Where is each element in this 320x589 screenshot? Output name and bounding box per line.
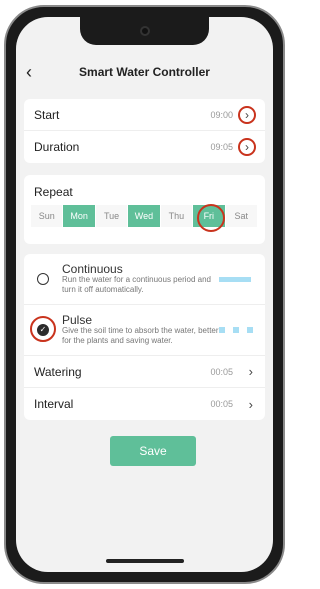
day-selector: Sun Mon Tue Wed Thu Fri Sat xyxy=(24,204,265,232)
pulse-description: Give the soil time to absorb the water, … xyxy=(62,326,219,345)
app-screen: ‹ Smart Water Controller Start 09:00 › D… xyxy=(16,17,273,572)
duration-value: 09:05 xyxy=(210,142,233,152)
day-tue[interactable]: Tue xyxy=(95,205,129,227)
day-sun[interactable]: Sun xyxy=(31,205,64,227)
save-button[interactable]: Save xyxy=(110,436,196,466)
watering-chevron-icon[interactable]: › xyxy=(249,364,253,379)
phone-frame: ‹ Smart Water Controller Start 09:00 › D… xyxy=(4,5,285,584)
mode-card: Continuous Run the water for a continuou… xyxy=(24,254,265,420)
start-chevron-icon[interactable]: › xyxy=(238,105,256,124)
pulse-title: Pulse xyxy=(62,313,93,327)
home-indicator xyxy=(106,559,184,563)
start-label: Start xyxy=(34,107,60,122)
schedule-card: Start 09:00 › Duration 09:05 › xyxy=(24,99,265,163)
duration-label: Duration xyxy=(34,140,80,154)
repeat-card: Repeat Sun Mon Tue Wed Thu Fri Sat xyxy=(24,175,265,244)
continuous-description: Run the water for a continuous period an… xyxy=(62,275,211,294)
interval-chevron-icon[interactable]: › xyxy=(249,397,253,412)
nav-bar: ‹ Smart Water Controller xyxy=(16,57,273,87)
page-title: Smart Water Controller xyxy=(79,65,210,79)
day-mon[interactable]: Mon xyxy=(63,205,96,227)
pulse-pattern-icon xyxy=(219,327,253,333)
continuous-title: Continuous xyxy=(62,262,123,276)
interval-row[interactable]: Interval 00:05 › xyxy=(24,388,265,420)
back-chevron-icon[interactable]: ‹ xyxy=(26,62,32,82)
watering-row[interactable]: Watering 00:05 › xyxy=(24,356,265,388)
start-row[interactable]: Start 09:00 › xyxy=(24,99,265,131)
day-thu[interactable]: Thu xyxy=(160,205,194,227)
day-fri[interactable]: Fri xyxy=(193,204,226,232)
camera-icon xyxy=(140,26,150,36)
interval-value: 00:05 xyxy=(210,399,233,409)
continuous-option[interactable]: Continuous Run the water for a continuou… xyxy=(24,254,265,305)
start-value: 09:00 xyxy=(210,109,233,120)
continuous-pattern-icon xyxy=(219,277,251,282)
repeat-title: Repeat xyxy=(34,185,73,199)
duration-chevron-icon[interactable]: › xyxy=(238,138,256,156)
pulse-radio-checked-icon[interactable]: ✓ xyxy=(37,324,49,336)
watering-value: 00:05 xyxy=(210,366,233,377)
watering-label: Watering xyxy=(34,364,82,379)
continuous-radio[interactable] xyxy=(37,273,49,285)
day-wed[interactable]: Wed xyxy=(128,205,161,227)
pulse-option[interactable]: ✓ Pulse Give the soil time to absorb the… xyxy=(24,305,265,356)
notch xyxy=(80,17,209,45)
day-sat[interactable]: Sat xyxy=(225,205,258,227)
interval-label: Interval xyxy=(34,397,74,411)
duration-row[interactable]: Duration 09:05 › xyxy=(24,131,265,163)
